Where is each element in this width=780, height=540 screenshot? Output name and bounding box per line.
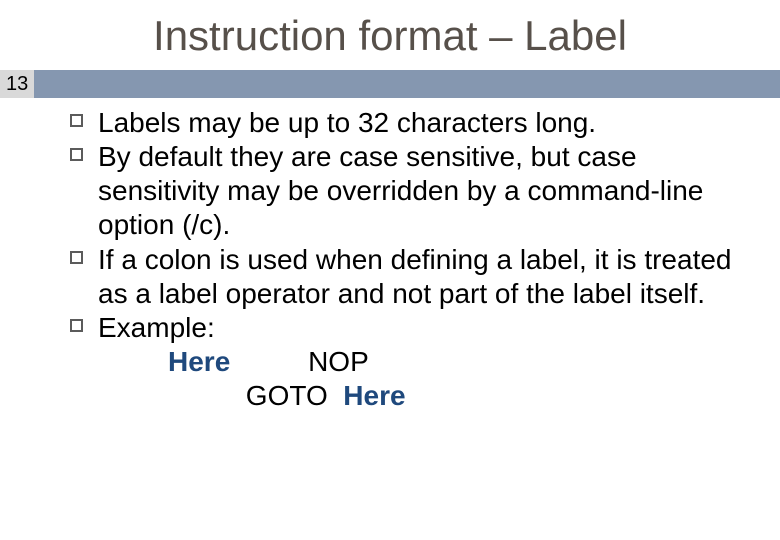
slide-number: 13	[0, 70, 34, 98]
bullet-item: If a colon is used when defining a label…	[70, 243, 760, 311]
bullet-item: Labels may be up to 32 characters long.	[70, 106, 760, 140]
example-line-1: Here NOP	[168, 345, 760, 379]
code-gap	[230, 346, 308, 377]
bullet-list: Labels may be up to 32 characters long. …	[70, 106, 760, 345]
slide: Instruction format – Label 13 Labels may…	[0, 0, 780, 540]
code-target-here: Here	[343, 380, 405, 411]
code-gap	[168, 380, 246, 411]
divider-bar	[34, 70, 780, 98]
slide-title: Instruction format – Label	[0, 0, 780, 70]
bullet-item: By default they are case sensitive, but …	[70, 140, 760, 242]
divider-row: 13	[0, 70, 780, 98]
code-gap	[328, 380, 344, 411]
bullet-item: Example:	[70, 311, 760, 345]
example-code: Here NOP GOTO Here	[70, 345, 760, 413]
example-line-2: GOTO Here	[168, 379, 760, 413]
slide-content: Labels may be up to 32 characters long. …	[0, 98, 780, 413]
code-label-here: Here	[168, 346, 230, 377]
code-op-goto: GOTO	[246, 380, 328, 411]
code-op-nop: NOP	[308, 346, 369, 377]
